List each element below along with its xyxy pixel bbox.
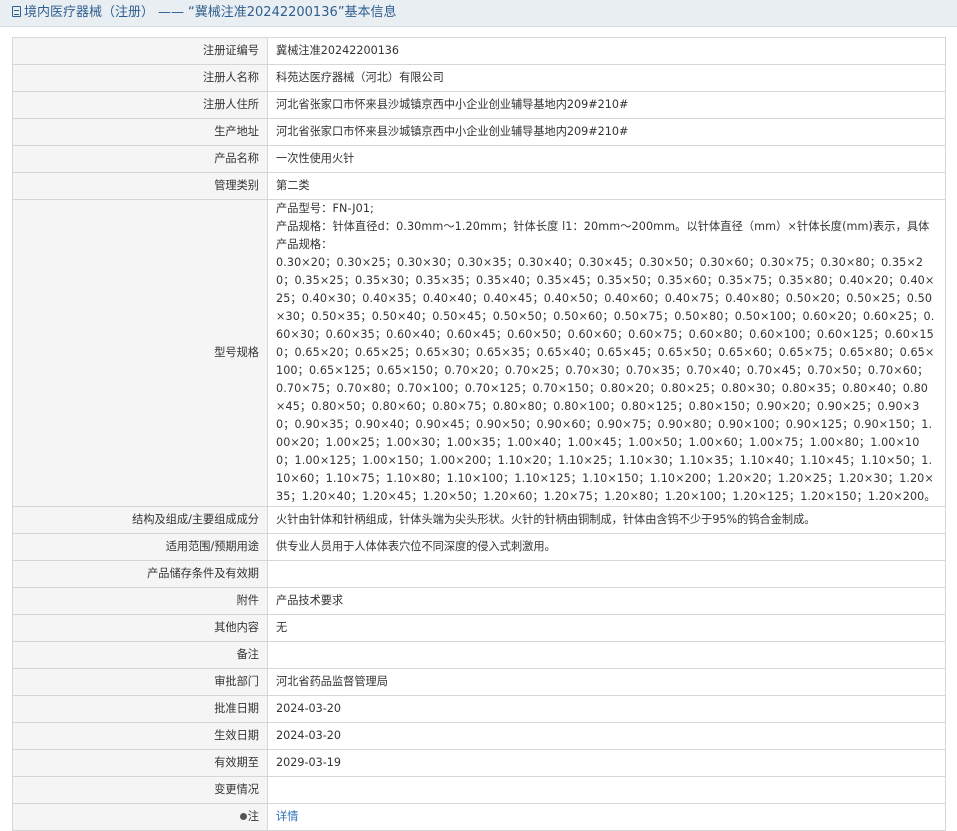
table-row: 注册人名称 科苑达医疗器械（河北）有限公司 [12, 64, 946, 92]
field-label: 生效日期 [12, 722, 268, 750]
field-value: 2024-03-20 [267, 722, 946, 750]
field-value: 2024-03-20 [267, 695, 946, 723]
field-value: 供专业人员用于人体体表穴位不同深度的侵入式刺激用。 [267, 533, 946, 561]
table-row: 适用范围/预期用途 供专业人员用于人体体表穴位不同深度的侵入式刺激用。 [12, 533, 946, 561]
table-row: 结构及组成/主要组成成分 火针由针体和针柄组成，针体头端为尖头形状。火针的针柄由… [12, 506, 946, 534]
field-label: 结构及组成/主要组成成分 [12, 506, 268, 534]
table-row: 注册证编号 冀械注准20242200136 [12, 37, 946, 65]
field-value: 河北省张家口市怀来县沙城镇京西中小企业创业辅导基地内209#210# [267, 118, 946, 146]
field-value [267, 641, 946, 669]
field-label: 有效期至 [12, 749, 268, 777]
table-row: 其他内容 无 [12, 614, 946, 642]
field-value: 河北省张家口市怀来县沙城镇京西中小企业创业辅导基地内209#210# [267, 91, 946, 119]
table-row: 审批部门 河北省药品监督管理局 [12, 668, 946, 696]
table-row: 注 详情 [12, 803, 946, 831]
field-value: 产品技术要求 [267, 587, 946, 615]
field-label: 注册人住所 [12, 91, 268, 119]
field-value: 无 [267, 614, 946, 642]
table-row: 产品储存条件及有效期 [12, 560, 946, 588]
spec-list: 0.30×20；0.30×25；0.30×30；0.30×35；0.30×40；… [276, 256, 936, 503]
detail-table-wrapper: 注册证编号 冀械注准20242200136 注册人名称 科苑达医疗器械（河北）有… [12, 37, 946, 831]
field-value [267, 560, 946, 588]
details-link[interactable]: 详情 [276, 810, 298, 823]
field-value: 第二类 [267, 172, 946, 200]
detail-table: 注册证编号 冀械注准20242200136 注册人名称 科苑达医疗器械（河北）有… [12, 37, 946, 831]
field-label: 生产地址 [12, 118, 268, 146]
product-spec-line: 产品规格：针体直径d：0.30mm～1.20mm；针体长度 l1：20mm～20… [276, 220, 930, 251]
field-label: 管理类别 [12, 172, 268, 200]
field-label: 注 [247, 810, 259, 823]
field-value: 一次性使用火针 [267, 145, 946, 173]
table-row: 生产地址 河北省张家口市怀来县沙城镇京西中小企业创业辅导基地内209#210# [12, 118, 946, 146]
breadcrumb-category[interactable]: 境内医疗器械（注册） [24, 5, 154, 20]
field-label: 产品名称 [12, 145, 268, 173]
document-icon [12, 6, 21, 17]
note-label-cell: 注 [12, 803, 268, 831]
field-label: 附件 [12, 587, 268, 615]
table-row: 管理类别 第二类 [12, 172, 946, 200]
field-label: 产品储存条件及有效期 [12, 560, 268, 588]
field-value: 2029-03-19 [267, 749, 946, 777]
field-label: 适用范围/预期用途 [12, 533, 268, 561]
model-spec-value: 产品型号：FN-J01; 产品规格：针体直径d：0.30mm～1.20mm；针体… [267, 199, 946, 507]
field-label: 审批部门 [12, 668, 268, 696]
table-row: 备注 [12, 641, 946, 669]
field-label: 型号规格 [12, 199, 268, 507]
field-label: 注册人名称 [12, 64, 268, 92]
page-title-bar: 境内医疗器械（注册） —— “冀械注准20242200136”基本信息 [0, 0, 957, 27]
table-row: 变更情况 [12, 776, 946, 804]
table-row: 批准日期 2024-03-20 [12, 695, 946, 723]
table-row: 有效期至 2029-03-19 [12, 749, 946, 777]
field-label: 注册证编号 [12, 37, 268, 65]
field-label: 变更情况 [12, 776, 268, 804]
field-label: 备注 [12, 641, 268, 669]
table-row: 产品名称 一次性使用火针 [12, 145, 946, 173]
field-value: 河北省药品监督管理局 [267, 668, 946, 696]
field-label: 批准日期 [12, 695, 268, 723]
product-model-line: 产品型号：FN-J01; [276, 202, 374, 215]
field-value: 火针由针体和针柄组成，针体头端为尖头形状。火针的针柄由铜制成，针体由含钨不少于9… [267, 506, 946, 534]
field-value: 科苑达医疗器械（河北）有限公司 [267, 64, 946, 92]
field-label: 其他内容 [12, 614, 268, 642]
table-row: 型号规格 产品型号：FN-J01; 产品规格：针体直径d：0.30mm～1.20… [12, 199, 946, 507]
record-title: “冀械注准20242200136”基本信息 [188, 5, 397, 20]
pin-icon [239, 813, 247, 820]
title-separator: —— [158, 5, 185, 20]
field-value [267, 776, 946, 804]
table-row: 生效日期 2024-03-20 [12, 722, 946, 750]
table-row: 附件 产品技术要求 [12, 587, 946, 615]
field-value: 冀械注准20242200136 [267, 37, 946, 65]
field-value: 详情 [267, 803, 946, 831]
table-row: 注册人住所 河北省张家口市怀来县沙城镇京西中小企业创业辅导基地内209#210# [12, 91, 946, 119]
